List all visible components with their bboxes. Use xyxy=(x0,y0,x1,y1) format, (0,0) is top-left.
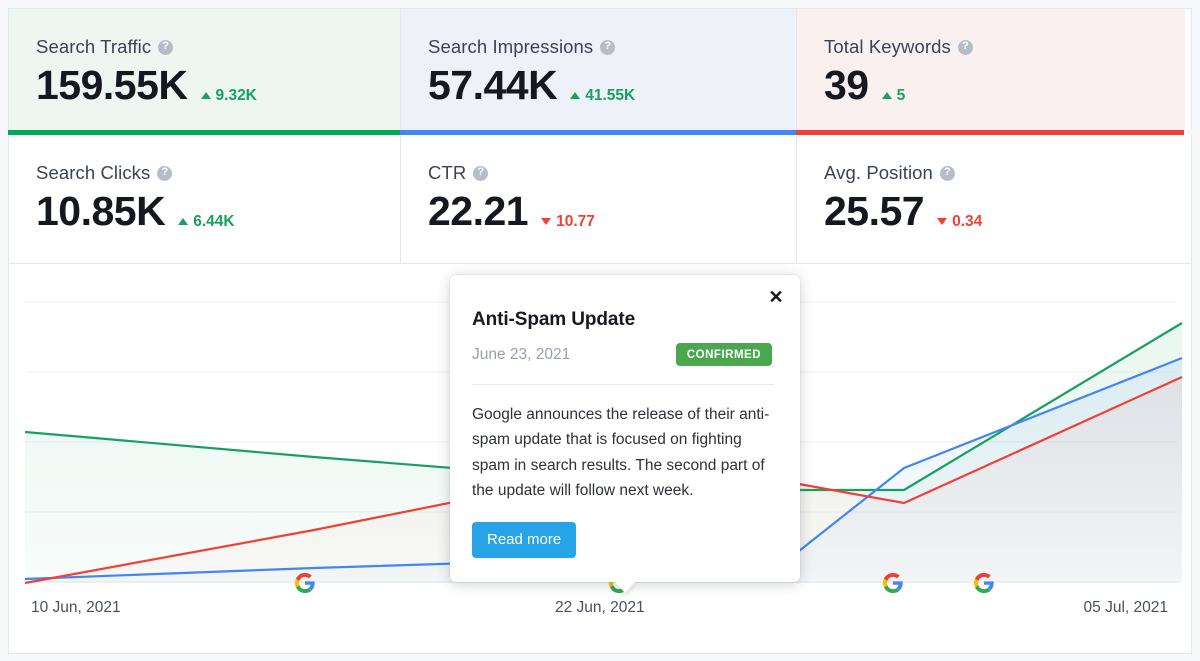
arrow-up-icon xyxy=(570,92,581,99)
google-update-marker[interactable] xyxy=(882,572,904,594)
kpi-value-row: 39 5 xyxy=(824,60,1185,111)
kpi-card-avg-position[interactable]: Avg. Position ? 25.57 0.34 xyxy=(797,135,1185,263)
kpi-delta-value: 10.77 xyxy=(556,212,595,230)
kpi-card-search-clicks[interactable]: Search Clicks ? 10.85K 6.44K xyxy=(9,135,401,263)
arrow-up-icon xyxy=(178,218,189,225)
arrow-up-icon xyxy=(200,92,211,99)
kpi-grid-row-2: Search Clicks ? 10.85K 6.44K CTR ? 22.21 xyxy=(8,135,1192,264)
popup-meta-row: June 23, 2021 CONFIRMED xyxy=(472,343,774,366)
kpi-value: 159.55K xyxy=(36,62,188,108)
status-badge: CONFIRMED xyxy=(675,343,772,366)
kpi-label-text: Search Clicks xyxy=(36,162,151,183)
kpi-delta-value: 41.55K xyxy=(585,86,636,104)
kpi-delta-value: 9.32K xyxy=(215,86,257,104)
kpi-delta: 0.34 xyxy=(937,213,982,231)
divider xyxy=(472,384,774,385)
arrow-down-icon xyxy=(541,218,552,225)
kpi-delta: 9.32K xyxy=(200,86,257,105)
kpi-delta: 41.55K xyxy=(570,87,635,105)
help-icon[interactable]: ? xyxy=(957,39,973,55)
kpi-value-row: 57.44K 41.55K xyxy=(428,60,796,111)
google-update-marker[interactable] xyxy=(973,572,995,594)
kpi-value-row: 25.57 0.34 xyxy=(824,186,1185,237)
kpi-value-row: 10.85K 6.44K xyxy=(36,186,400,237)
kpi-value: 22.21 xyxy=(428,188,529,234)
arrow-down-icon xyxy=(937,218,948,225)
kpi-label-text: Search Traffic xyxy=(36,36,152,57)
kpi-value-row: 22.21 10.77 xyxy=(428,186,796,237)
help-icon[interactable]: ? xyxy=(473,165,489,181)
popup-date: June 23, 2021 xyxy=(472,345,571,363)
kpi-value: 57.44K xyxy=(428,62,558,108)
kpi-delta-value: 0.34 xyxy=(952,212,983,230)
kpi-label: Search Clicks ? xyxy=(36,162,400,184)
kpi-label-text: Search Impressions xyxy=(428,36,594,57)
close-icon[interactable]: ✕ xyxy=(766,287,786,307)
kpi-card-total-keywords[interactable]: Total Keywords ? 39 5 xyxy=(797,9,1185,130)
kpi-label: Search Impressions ? xyxy=(428,36,796,58)
axis-label-end: 05 Jul, 2021 xyxy=(1083,599,1168,616)
kpi-delta-value: 5 xyxy=(896,86,906,104)
popup-title: Anti-Spam Update xyxy=(472,309,636,330)
axis-label-start: 10 Jun, 2021 xyxy=(31,599,121,616)
kpi-label-text: CTR xyxy=(428,162,467,183)
kpi-value: 25.57 xyxy=(824,188,925,234)
axis-label-middle: 22 Jun, 2021 xyxy=(555,599,645,616)
read-more-button[interactable]: Read more xyxy=(472,522,577,558)
popup-arrow xyxy=(614,581,636,593)
popup-body-text: Google announces the release of their an… xyxy=(472,406,770,499)
arrow-up-icon xyxy=(881,92,892,99)
kpi-label-text: Avg. Position xyxy=(824,162,933,183)
dashboard-root: Search Traffic ? 159.55K 9.32K Search Im… xyxy=(0,0,1200,661)
kpi-card-ctr[interactable]: CTR ? 22.21 10.77 xyxy=(401,135,797,263)
help-icon[interactable]: ? xyxy=(158,39,174,55)
kpi-delta: 5 xyxy=(881,86,906,105)
kpi-label: Avg. Position ? xyxy=(824,162,1185,184)
kpi-label: Search Traffic ? xyxy=(36,36,400,58)
kpi-card-search-traffic[interactable]: Search Traffic ? 159.55K 9.32K xyxy=(9,9,401,130)
help-icon[interactable]: ? xyxy=(939,165,955,181)
kpi-delta-value: 6.44K xyxy=(193,212,235,230)
kpi-label: Total Keywords ? xyxy=(824,36,1185,58)
kpi-card-search-impressions[interactable]: Search Impressions ? 57.44K 41.55K xyxy=(401,9,797,130)
update-detail-popup[interactable]: ✕ Anti-Spam Update June 23, 2021 CONFIRM… xyxy=(450,275,800,593)
kpi-value: 39 xyxy=(824,62,869,108)
kpi-grid-row-1: Search Traffic ? 159.55K 9.32K Search Im… xyxy=(8,8,1192,130)
kpi-delta: 6.44K xyxy=(178,212,235,231)
kpi-label: CTR ? xyxy=(428,162,796,184)
kpi-value: 10.85K xyxy=(36,188,166,234)
kpi-delta: 10.77 xyxy=(541,213,595,231)
google-update-marker[interactable] xyxy=(294,572,316,594)
help-icon[interactable]: ? xyxy=(600,39,616,55)
help-icon[interactable]: ? xyxy=(157,165,173,181)
kpi-label-text: Total Keywords xyxy=(824,36,951,57)
kpi-value-row: 159.55K 9.32K xyxy=(36,60,400,111)
